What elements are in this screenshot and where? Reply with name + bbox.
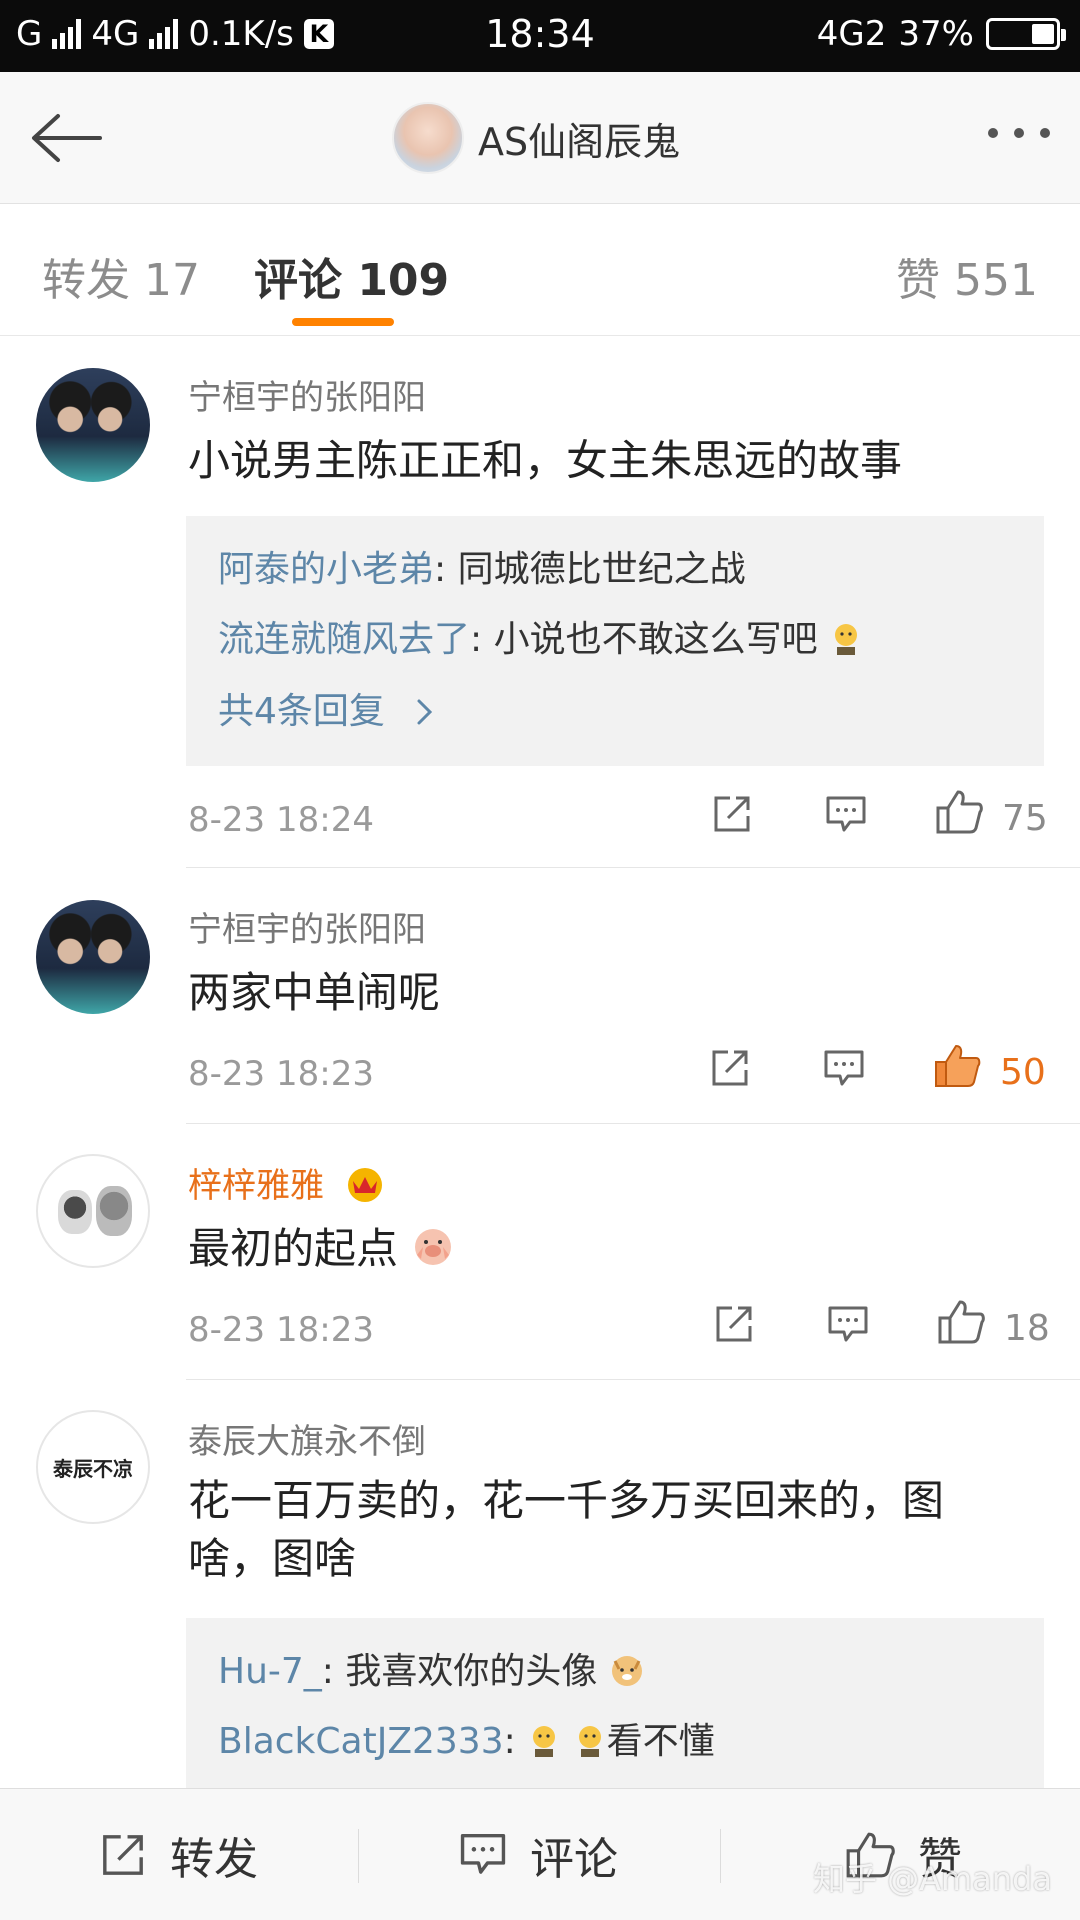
- chevron-right-icon: [417, 699, 433, 725]
- reply-username[interactable]: 流连就随风去了: [218, 619, 470, 660]
- comment-time: 8-23 18:23: [188, 1310, 374, 1350]
- comment-username[interactable]: 泰辰大旗永不倒: [188, 1414, 426, 1463]
- comment-icon: [460, 1833, 506, 1874]
- comment-time: 8-23 18:24: [188, 800, 374, 840]
- share-icon[interactable]: [708, 1046, 752, 1090]
- network-label-right: 4G2: [816, 14, 887, 54]
- reply-icon[interactable]: [824, 794, 868, 836]
- pig-emoji-icon: [415, 1229, 452, 1265]
- share-icon[interactable]: [710, 792, 754, 836]
- like-count: 75: [1002, 798, 1048, 839]
- status-bar: G 4G 0.1K/s K 18:34 4G2 37%: [0, 0, 1080, 72]
- tab-comment[interactable]: 评论 109: [254, 244, 449, 308]
- reply-item: Hu-7_: 我喜欢你的头像: [218, 1642, 645, 1694]
- view-more-replies-link[interactable]: 共4条回复: [218, 682, 436, 734]
- avatar[interactable]: [392, 102, 464, 174]
- share-icon: [103, 1835, 143, 1875]
- reply-prefix: :: [503, 1721, 528, 1762]
- reply-text: : 小说也不敢这么写吧: [470, 619, 818, 660]
- comment-item: 宁桓宇的张阳阳 小说男主陈正正和，女主朱思远的故事 阿泰的小老弟: 同城德比世纪…: [0, 336, 1080, 868]
- status-right: 4G2 37%: [816, 14, 1066, 54]
- tab-repost[interactable]: 转发 17: [42, 244, 200, 308]
- battery-percent: 37%: [898, 14, 974, 54]
- reply-box[interactable]: Hu-7_: 我喜欢你的头像 BlackCatJZ2333: 看不懂: [186, 1618, 1044, 1788]
- comment-time: 8-23 18:23: [188, 1054, 374, 1094]
- tab-bar: 转发 17 评论 109 赞 551: [0, 204, 1080, 336]
- divider: [358, 1829, 359, 1883]
- reply-text: : 我喜欢你的头像: [321, 1651, 598, 1692]
- reply-item: BlackCatJZ2333: 看不懂: [218, 1712, 715, 1764]
- comment-text: 两家中单闹呢: [188, 968, 441, 1017]
- reply-item: 阿泰的小老弟: 同城德比世纪之战: [218, 540, 746, 592]
- repost-label: 转发: [170, 1834, 258, 1885]
- reply-username[interactable]: 阿泰的小老弟: [218, 549, 434, 590]
- sweat-emoji-icon: [578, 1726, 601, 1757]
- nav-header: AS仙阁辰鬼: [0, 72, 1080, 204]
- reply-username[interactable]: Hu-7_: [218, 1651, 322, 1692]
- comment-text: 小说男主陈正正和，女主朱思远的故事: [188, 436, 903, 485]
- more-replies-label: 共4条回复: [218, 691, 385, 732]
- like-icon[interactable]: [934, 788, 984, 836]
- comment-text: 最初的起点: [188, 1220, 1020, 1278]
- divider: [720, 1829, 721, 1883]
- page-title: AS仙阁辰鬼: [478, 119, 681, 164]
- reply-text: 看不懂: [606, 1721, 715, 1762]
- reply-icon[interactable]: [826, 1304, 870, 1346]
- comment-text: 花一百万卖的，花一千多万买回来的，图啥，图啥: [188, 1476, 945, 1583]
- like-count: 18: [1004, 1308, 1050, 1349]
- doge-emoji-icon: [611, 1656, 642, 1686]
- avatar[interactable]: [36, 900, 150, 1014]
- author-info[interactable]: AS仙阁辰鬼: [392, 102, 680, 174]
- reply-text: : 同城德比世纪之战: [434, 549, 746, 590]
- comment-username[interactable]: 梓梓雅雅: [188, 1158, 387, 1207]
- avatar[interactable]: [36, 368, 150, 482]
- avatar[interactable]: 泰辰不凉: [36, 1410, 150, 1524]
- crown-icon: [347, 1168, 382, 1202]
- sweat-emoji-icon: [835, 624, 858, 655]
- comment-item: 泰辰不凉 泰辰大旗永不倒 花一百万卖的，花一千多万买回来的，图啥，图啥 Hu-7…: [0, 1380, 1080, 1788]
- comment-username[interactable]: 宁桓宇的张阳阳: [188, 902, 426, 951]
- comment-label: 评论: [530, 1834, 618, 1885]
- more-options-icon[interactable]: [988, 128, 1050, 138]
- like-icon[interactable]: [936, 1298, 986, 1346]
- repost-button[interactable]: 转发: [98, 1789, 258, 1920]
- avatar[interactable]: [36, 1154, 150, 1268]
- sweat-emoji-icon: [533, 1726, 556, 1757]
- reply-icon[interactable]: [822, 1048, 866, 1090]
- comment-item: 宁桓宇的张阳阳 两家中单闹呢 8-23 18:23 50: [0, 868, 1080, 1124]
- active-tab-indicator: [292, 318, 394, 326]
- watermark: 知乎 @Amanda: [812, 1860, 1052, 1898]
- reply-box[interactable]: 阿泰的小老弟: 同城德比世纪之战 流连就随风去了: 小说也不敢这么写吧 共4条回…: [186, 516, 1044, 766]
- tab-like[interactable]: 赞 551: [896, 244, 1038, 308]
- like-count: 50: [1000, 1052, 1046, 1093]
- like-icon-active[interactable]: [932, 1042, 982, 1090]
- share-icon[interactable]: [712, 1302, 756, 1346]
- comment-button[interactable]: 评论: [458, 1789, 618, 1920]
- comment-username[interactable]: 宁桓宇的张阳阳: [188, 370, 426, 419]
- username-label: 梓梓雅雅: [188, 1166, 324, 1206]
- battery-icon: [986, 18, 1066, 50]
- comment-text-label: 最初的起点: [188, 1224, 399, 1273]
- reply-username[interactable]: BlackCatJZ2333: [218, 1721, 504, 1762]
- back-arrow-icon[interactable]: [28, 110, 104, 166]
- comment-item: 梓梓雅雅 最初的起点 8-23 18:23 18: [0, 1124, 1080, 1380]
- reply-item: 流连就随风去了: 小说也不敢这么写吧: [218, 610, 863, 662]
